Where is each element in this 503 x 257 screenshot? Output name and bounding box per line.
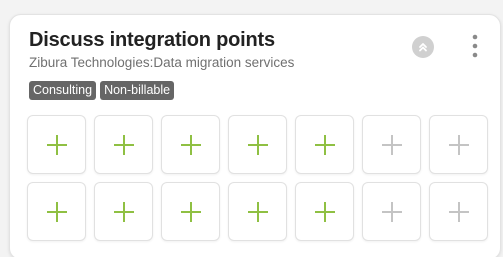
plus-icon bbox=[113, 201, 134, 222]
add-slot-button-1-3[interactable] bbox=[161, 115, 220, 174]
add-slot-button-2-3[interactable] bbox=[161, 182, 220, 241]
plus-icon bbox=[180, 201, 201, 222]
plus-icon bbox=[448, 134, 469, 155]
add-slot-button-2-1[interactable] bbox=[27, 182, 86, 241]
task-card: Discuss integration points Zibura Techno… bbox=[9, 14, 501, 257]
add-slot-button-2-7[interactable] bbox=[429, 182, 488, 241]
card-title: Discuss integration points bbox=[29, 29, 275, 51]
slot-grid bbox=[27, 115, 488, 241]
add-slot-button-1-7[interactable] bbox=[429, 115, 488, 174]
add-slot-button-2-2[interactable] bbox=[94, 182, 153, 241]
add-slot-button-1-5[interactable] bbox=[295, 115, 354, 174]
add-slot-button-1-2[interactable] bbox=[94, 115, 153, 174]
add-slot-button-2-6[interactable] bbox=[362, 182, 421, 241]
plus-icon bbox=[247, 201, 268, 222]
add-slot-button-2-4[interactable] bbox=[228, 182, 287, 241]
tag-consulting[interactable]: Consulting bbox=[29, 81, 97, 100]
plus-icon bbox=[46, 134, 67, 155]
more-options-button[interactable] bbox=[465, 32, 485, 64]
plus-icon bbox=[46, 201, 67, 222]
collapse-button[interactable] bbox=[412, 36, 434, 58]
more-vertical-icon bbox=[472, 34, 478, 58]
plus-icon bbox=[113, 134, 134, 155]
tag-list: Consulting Non-billable bbox=[29, 81, 175, 100]
plus-icon bbox=[314, 134, 335, 155]
tag-non-billable[interactable]: Non-billable bbox=[100, 81, 175, 100]
add-slot-button-1-1[interactable] bbox=[27, 115, 86, 174]
plus-icon bbox=[381, 134, 402, 155]
chevron-double-up-icon bbox=[419, 43, 427, 52]
plus-icon bbox=[180, 134, 201, 155]
add-slot-button-2-5[interactable] bbox=[295, 182, 354, 241]
plus-icon bbox=[314, 201, 335, 222]
add-slot-button-1-4[interactable] bbox=[228, 115, 287, 174]
plus-icon bbox=[247, 134, 268, 155]
add-slot-button-1-6[interactable] bbox=[362, 115, 421, 174]
plus-icon bbox=[381, 201, 402, 222]
plus-icon bbox=[448, 201, 469, 222]
card-subtitle: Zibura Technologies:Data migration servi… bbox=[29, 55, 295, 70]
